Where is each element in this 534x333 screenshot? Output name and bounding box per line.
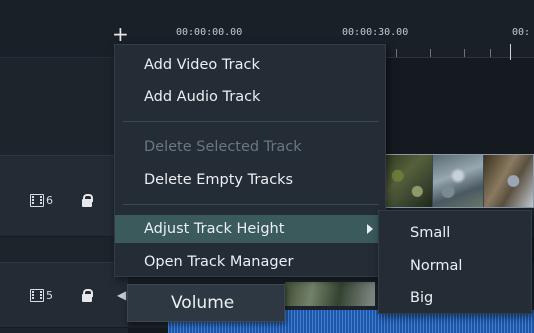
- ruler-tick: [396, 49, 397, 57]
- ruler-tick: [464, 49, 465, 57]
- menu-item-label: Adjust Track Height: [144, 221, 285, 237]
- film-icon: [30, 194, 44, 207]
- track-header-6[interactable]: 6: [0, 155, 128, 237]
- track-number: 5: [46, 289, 53, 302]
- menu-item-adjust-track-height[interactable]: Adjust Track Height: [115, 215, 387, 243]
- ruler-corner: [0, 0, 128, 58]
- chevron-left-icon[interactable]: ◀: [117, 288, 126, 302]
- film-icon: [30, 289, 44, 302]
- timecode-label: 00:00:30.00: [342, 27, 409, 38]
- menu-item-add-audio-track[interactable]: Add Audio Track: [115, 83, 387, 111]
- menu-item-add-video-track[interactable]: Add Video Track: [115, 51, 387, 79]
- unlock-icon[interactable]: [82, 289, 93, 302]
- track-height-submenu: Small Normal Big: [378, 210, 532, 314]
- track-number: 6: [46, 194, 53, 207]
- clip-thumbnail: [383, 155, 434, 207]
- track-context-menu: Add Video Track Add Audio Track Delete S…: [114, 44, 387, 277]
- submenu-item-normal[interactable]: Normal: [379, 252, 533, 280]
- unlock-icon[interactable]: [82, 194, 93, 207]
- ruler-tick: [430, 49, 431, 57]
- menu-item-delete-selected-track: Delete Selected Track: [144, 139, 302, 155]
- ruler-tick: [490, 49, 491, 57]
- track-header-5[interactable]: 5: [0, 262, 128, 328]
- clip-thumbnail: [285, 282, 375, 306]
- video-clip[interactable]: [382, 154, 534, 208]
- track-label: 6: [30, 194, 53, 207]
- timecode-label: 00:00:00.00: [176, 27, 243, 38]
- clip-thumbnail: [483, 155, 533, 207]
- volume-tooltip: Volume: [127, 284, 285, 322]
- playhead[interactable]: [510, 44, 511, 60]
- clip-thumbnail: [433, 155, 484, 207]
- submenu-item-small[interactable]: Small: [379, 219, 533, 247]
- track-label: 5: [30, 289, 53, 302]
- menu-separator: [123, 204, 379, 205]
- add-track-button[interactable]: +: [112, 24, 129, 44]
- menu-item-delete-empty-tracks[interactable]: Delete Empty Tracks: [115, 166, 387, 194]
- submenu-item-big[interactable]: Big: [379, 284, 533, 312]
- timecode-label: 00:: [512, 27, 531, 38]
- submenu-arrow-icon: [367, 224, 373, 234]
- menu-separator: [123, 121, 379, 122]
- menu-item-open-track-manager[interactable]: Open Track Manager: [115, 248, 387, 276]
